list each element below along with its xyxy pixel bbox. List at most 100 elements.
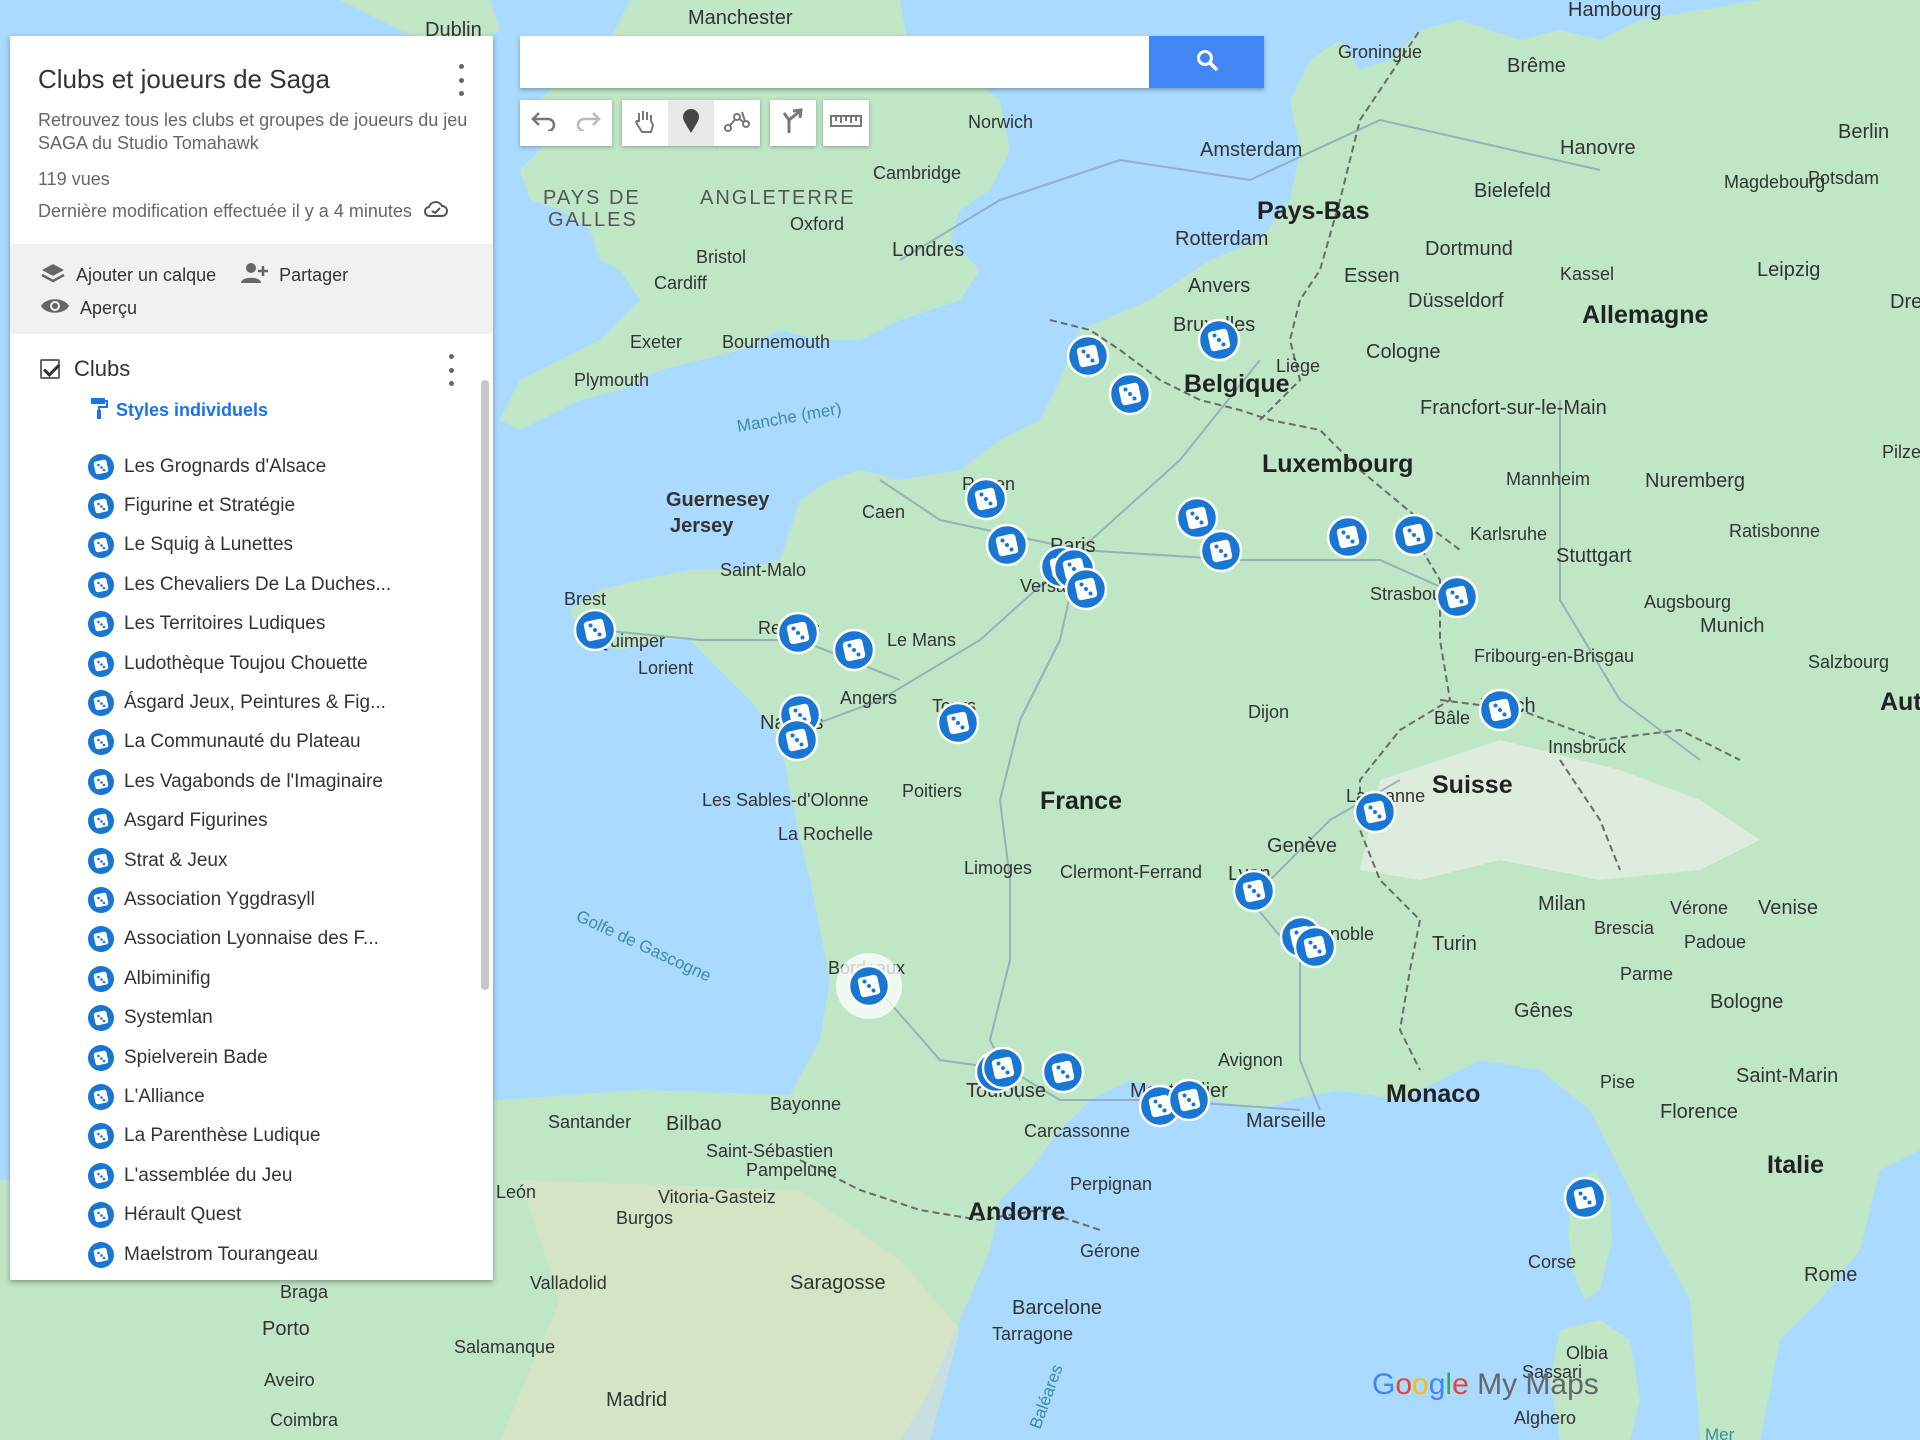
club-map-marker[interactable]	[1392, 513, 1436, 557]
undo-button[interactable]	[520, 100, 566, 146]
club-name: Association Yggdrasyll	[124, 888, 315, 910]
club-map-marker[interactable]	[985, 523, 1029, 567]
club-map-marker[interactable]	[1199, 529, 1243, 573]
club-map-marker[interactable]	[1293, 925, 1337, 969]
pan-tool-button[interactable]	[622, 100, 668, 146]
marker-icon	[681, 108, 701, 139]
club-list-item[interactable]: Les Chevaliers De La Duches...	[88, 565, 463, 604]
club-map-marker[interactable]	[964, 477, 1008, 521]
club-list-item[interactable]: Asgard Figurines	[88, 802, 463, 841]
club-map-marker[interactable]	[1175, 496, 1219, 540]
club-name: Albiminifig	[124, 967, 211, 989]
club-map-marker[interactable]	[836, 953, 902, 1019]
svg-text:Suisse: Suisse	[1432, 771, 1513, 799]
svg-text:Corse: Corse	[1528, 1252, 1576, 1272]
club-map-marker[interactable]	[1326, 515, 1370, 559]
svg-text:Cologne: Cologne	[1366, 341, 1441, 363]
dice-marker-icon	[88, 650, 114, 677]
club-map-marker[interactable]	[1041, 1050, 1085, 1094]
dice-marker-icon	[88, 768, 114, 795]
club-name: L'assemblée du Jeu	[124, 1164, 293, 1186]
svg-text:Genève: Genève	[1267, 835, 1337, 857]
club-map-marker[interactable]	[1197, 318, 1241, 362]
redo-button[interactable]	[566, 100, 612, 146]
club-list-item[interactable]: Systemlan	[88, 998, 463, 1037]
add-marker-button[interactable]	[668, 100, 714, 146]
svg-text:Munich: Munich	[1700, 615, 1764, 637]
svg-text:Vitoria-Gasteiz: Vitoria-Gasteiz	[658, 1187, 776, 1207]
add-person-icon	[239, 262, 269, 289]
svg-text:Augsbourg: Augsbourg	[1644, 592, 1731, 612]
club-list-item[interactable]: Le Squig à Lunettes	[88, 526, 463, 565]
club-list-item[interactable]: Ludothèque Toujou Chouette	[88, 644, 463, 683]
club-map-marker[interactable]	[1064, 567, 1108, 611]
club-map-marker[interactable]	[1478, 688, 1522, 732]
svg-text:Stuttgart: Stuttgart	[1556, 545, 1632, 567]
dice-marker-icon	[88, 1044, 114, 1071]
svg-text:Allemagne: Allemagne	[1582, 301, 1709, 329]
svg-text:Milan: Milan	[1538, 893, 1586, 915]
club-map-marker[interactable]	[775, 718, 819, 762]
club-map-marker[interactable]	[776, 611, 820, 655]
svg-text:Plymouth: Plymouth	[574, 370, 649, 390]
search-button[interactable]	[1149, 36, 1264, 88]
search-icon	[1195, 48, 1219, 77]
measure-button[interactable]	[823, 100, 869, 146]
add-layer-button[interactable]: Ajouter un calque	[40, 262, 216, 289]
club-map-marker[interactable]	[1353, 790, 1397, 834]
club-list-item[interactable]: Strat & Jeux	[88, 841, 463, 880]
club-list-item[interactable]: Ásgard Jeux, Peintures & Fig...	[88, 683, 463, 722]
club-map-marker[interactable]	[936, 701, 980, 745]
club-name: Les Vagabonds de l'Imaginaire	[124, 770, 383, 792]
club-list-item[interactable]: Association Lyonnaise des F...	[88, 920, 463, 959]
club-list-item[interactable]: Maelstrom Tourangeau	[88, 1235, 463, 1274]
club-list-item[interactable]: La Parenthèse Ludique	[88, 1117, 463, 1156]
layer-options-menu-icon[interactable]	[443, 354, 459, 386]
club-map-marker[interactable]	[1232, 869, 1276, 913]
map-options-menu-icon[interactable]	[453, 64, 469, 96]
club-list-item[interactable]: Spielverein Bade	[88, 1038, 463, 1077]
share-label: Partager	[279, 265, 349, 285]
preview-button[interactable]: Aperçu	[40, 296, 137, 321]
club-list-item[interactable]: L'assemblée du Jeu	[88, 1156, 463, 1195]
club-map-marker[interactable]	[1435, 575, 1479, 619]
layer-name[interactable]: Clubs	[74, 356, 130, 382]
club-list-item[interactable]: Figurine et Stratégie	[88, 486, 463, 525]
layer-visibility-checkbox[interactable]	[40, 359, 60, 379]
svg-text:PAYS DE: PAYS DE	[543, 187, 641, 209]
club-list-item[interactable]: Albiminifig	[88, 959, 463, 998]
share-button[interactable]: Partager	[239, 262, 348, 289]
club-map-marker[interactable]	[1066, 334, 1110, 378]
club-list-item[interactable]: Hérault Quest	[88, 1195, 463, 1234]
svg-text:Bilbao: Bilbao	[666, 1113, 722, 1135]
svg-text:GALLES: GALLES	[548, 209, 638, 231]
undo-icon	[530, 111, 556, 136]
club-map-marker[interactable]	[1563, 1176, 1607, 1220]
club-list-item[interactable]: Les Territoires Ludiques	[88, 605, 463, 644]
svg-text:Salzbourg: Salzbourg	[1808, 652, 1889, 672]
club-list-item[interactable]: Les Grognards d'Alsace	[88, 447, 463, 486]
club-list-item[interactable]: L'Alliance	[88, 1077, 463, 1116]
club-name: Systemlan	[124, 1007, 213, 1029]
club-map-marker[interactable]	[832, 628, 876, 672]
individual-styles-link[interactable]: Styles individuels	[90, 396, 463, 425]
club-map-marker[interactable]	[981, 1046, 1025, 1090]
club-list-item[interactable]: Les Vagabonds de l'Imaginaire	[88, 762, 463, 801]
svg-text:Kassel: Kassel	[1560, 264, 1614, 284]
club-map-marker[interactable]	[1167, 1078, 1211, 1122]
draw-line-button[interactable]	[714, 100, 760, 146]
svg-text:Düsseldorf: Düsseldorf	[1408, 290, 1504, 312]
club-map-marker[interactable]	[573, 608, 617, 652]
club-list-item[interactable]: La Communauté du Plateau	[88, 723, 463, 762]
add-layer-label: Ajouter un calque	[76, 265, 217, 285]
club-list-item[interactable]: Association Yggdrasyll	[88, 880, 463, 919]
svg-text:Pise: Pise	[1600, 1072, 1635, 1092]
map-title[interactable]: Clubs et joueurs de Saga	[38, 64, 465, 95]
map-description[interactable]: Retrouvez tous les clubs et groupes de j…	[38, 109, 478, 155]
search-input[interactable]	[520, 36, 1149, 88]
svg-text:Gérone: Gérone	[1080, 1241, 1140, 1261]
svg-text:Bâle: Bâle	[1434, 708, 1470, 728]
club-map-marker[interactable]	[1108, 372, 1152, 416]
panel-scrollbar[interactable]	[481, 380, 489, 990]
add-directions-button[interactable]	[770, 100, 816, 146]
